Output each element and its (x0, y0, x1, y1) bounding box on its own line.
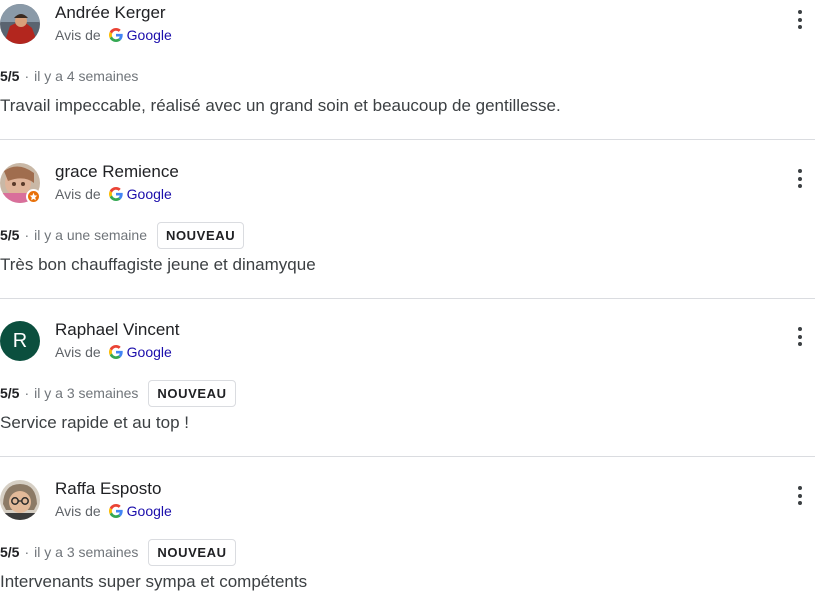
review-source: Avis de Google (55, 186, 172, 202)
more-vertical-icon (794, 10, 806, 29)
rating: 5/5 (0, 68, 20, 84)
review-card: R Raphael Vincent Avis de Google 5/5 · i… (0, 298, 815, 457)
review-meta: 5/5 · il y a 4 semaines (0, 63, 138, 89)
google-g-icon (108, 345, 123, 359)
avatar[interactable] (0, 4, 40, 44)
review-meta: 5/5 · il y a 3 semaines NOUVEAU (0, 379, 236, 407)
separator: · (24, 544, 30, 560)
more-vertical-icon (794, 169, 806, 188)
local-guide-star-icon (29, 192, 38, 201)
avatar[interactable]: R (0, 321, 40, 361)
avatar[interactable] (0, 163, 41, 204)
reviewer-name[interactable]: Raphael Vincent (55, 320, 179, 340)
reviewer-name[interactable]: Andrée Kerger (55, 3, 166, 23)
review-text: Intervenants super sympa et compétents (0, 572, 308, 591)
more-vertical-icon (794, 327, 806, 346)
review-meta: 5/5 · il y a une semaine NOUVEAU (0, 221, 245, 249)
google-g-icon (108, 187, 123, 201)
review-date: il y a 3 semaines (34, 385, 139, 401)
review-source: Avis de Google (55, 27, 172, 43)
review-text: Service rapide et au top ! (0, 413, 190, 432)
review-date: il y a 4 semaines (34, 68, 139, 84)
review-date: il y a 3 semaines (34, 544, 139, 560)
reviewer-name[interactable]: grace Remience (55, 162, 179, 182)
review-source: Avis de Google (55, 344, 172, 360)
local-guide-badge (26, 189, 41, 204)
more-options-button[interactable] (794, 10, 806, 34)
review-meta: 5/5 · il y a 3 semaines NOUVEAU (0, 538, 236, 566)
avatar[interactable] (0, 480, 40, 520)
more-vertical-icon (794, 486, 806, 505)
more-options-button[interactable] (794, 486, 806, 510)
avatar-photo-icon (0, 480, 40, 520)
review-source: Avis de Google (55, 503, 172, 519)
avatar-letter: R (0, 321, 40, 361)
new-badge: NOUVEAU (148, 379, 236, 407)
separator: · (24, 68, 30, 84)
new-badge: NOUVEAU (156, 221, 245, 249)
new-badge: NOUVEAU (148, 538, 236, 566)
rating: 5/5 (0, 227, 20, 243)
review-card: Raffa Esposto Avis de Google 5/5 · il y … (0, 457, 815, 616)
google-g-icon (108, 28, 123, 42)
review-text: Travail impeccable, réalisé avec un gran… (0, 96, 561, 115)
review-card: Andrée Kerger Avis de Google 5/5 · il y … (0, 0, 815, 140)
rating: 5/5 (0, 385, 20, 401)
more-options-button[interactable] (794, 327, 806, 351)
review-card: grace Remience Avis de Google 5/5 · il y… (0, 140, 815, 299)
reviewer-name[interactable]: Raffa Esposto (55, 479, 161, 499)
separator: · (24, 385, 30, 401)
separator: · (24, 227, 30, 243)
google-g-icon (108, 504, 123, 518)
avatar-photo-icon (0, 4, 40, 44)
review-text: Très bon chauffagiste jeune et dinamyque (0, 255, 316, 274)
more-options-button[interactable] (794, 169, 806, 193)
review-date: il y a une semaine (34, 227, 147, 243)
rating: 5/5 (0, 544, 20, 560)
